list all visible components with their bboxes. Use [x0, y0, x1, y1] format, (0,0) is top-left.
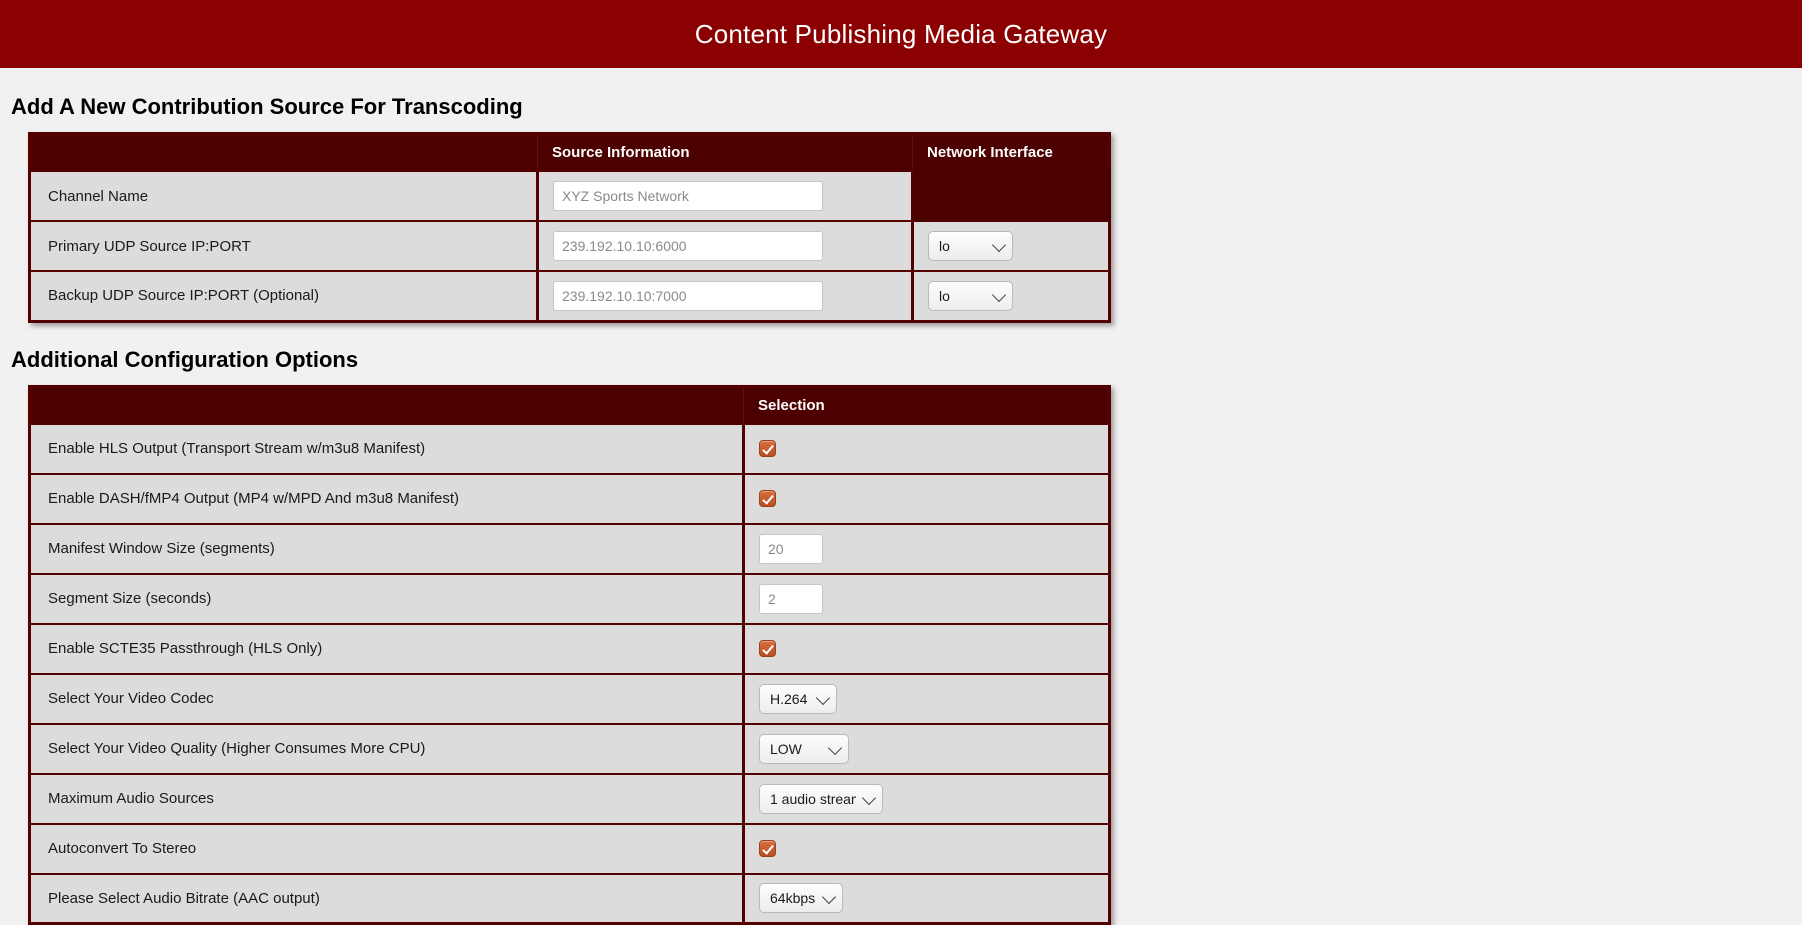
checkbox-1[interactable] [759, 490, 776, 507]
option-row-label: Maximum Audio Sources [30, 774, 744, 824]
option-select-6[interactable]: LOW [759, 734, 849, 764]
option-row-label: Manifest Window Size (segments) [30, 524, 744, 574]
number-input-3[interactable] [759, 584, 823, 614]
table-row: Select Your Video Quality (Higher Consum… [30, 724, 1110, 774]
option-select-5[interactable]: H.264 [759, 684, 837, 714]
network-interface-select-1[interactable]: lo [928, 231, 1013, 261]
table-row: Enable HLS Output (Transport Stream w/m3… [30, 424, 1110, 474]
source-col-label [30, 134, 538, 172]
options-table-body: Enable HLS Output (Transport Stream w/m3… [30, 424, 1110, 924]
table-row: Primary UDP Source IP:PORT lo [30, 221, 1110, 271]
source-table-header-row: Source Information Network Interface [30, 134, 1110, 172]
option-row-label: Select Your Video Codec [30, 674, 744, 724]
source-table-body: Channel NamePrimary UDP Source IP:PORT lo… [30, 171, 1110, 321]
checkbox-4[interactable] [759, 640, 776, 657]
option-select-wrapper: 1 audio stream [759, 784, 883, 814]
option-row-label: Enable DASH/fMP4 Output (MP4 w/MPD And m… [30, 474, 744, 524]
table-row: Select Your Video Codec H.264 [30, 674, 1110, 724]
source-input-0[interactable] [553, 181, 823, 211]
option-row-label: Please Select Audio Bitrate (AAC output) [30, 874, 744, 924]
table-row: Please Select Audio Bitrate (AAC output)… [30, 874, 1110, 924]
table-row: Backup UDP Source IP:PORT (Optional) lo [30, 271, 1110, 321]
source-row-label: Primary UDP Source IP:PORT [30, 221, 538, 271]
option-select-wrapper: 64kbps [759, 883, 843, 913]
source-table-head: Source Information Network Interface [30, 134, 1110, 172]
table-row: Autoconvert To Stereo [30, 824, 1110, 874]
source-row-label: Backup UDP Source IP:PORT (Optional) [30, 271, 538, 321]
option-select-7[interactable]: 1 audio stream [759, 784, 883, 814]
number-input-2[interactable] [759, 534, 823, 564]
option-row-control-cell [744, 824, 1110, 874]
source-row-input-cell [538, 221, 913, 271]
option-row-control-cell: 1 audio stream [744, 774, 1110, 824]
option-row-label: Enable HLS Output (Transport Stream w/m3… [30, 424, 744, 474]
app-banner: Content Publishing Media Gateway [0, 0, 1802, 68]
source-col-network-interface: Network Interface [913, 134, 1110, 172]
option-row-control-cell [744, 624, 1110, 674]
source-row-nic-cell [913, 171, 1110, 221]
option-row-control-cell [744, 474, 1110, 524]
source-row-nic-cell: lo [913, 271, 1110, 321]
option-row-control-cell: LOW [744, 724, 1110, 774]
table-row: Manifest Window Size (segments) [30, 524, 1110, 574]
checkbox-0[interactable] [759, 440, 776, 457]
options-table-head: Selection [30, 386, 1110, 424]
options-section-heading: Additional Configuration Options [11, 347, 1802, 373]
table-row: Maximum Audio Sources 1 audio stream [30, 774, 1110, 824]
option-row-control-cell [744, 574, 1110, 624]
option-row-control-cell [744, 524, 1110, 574]
table-row: Enable SCTE35 Passthrough (HLS Only) [30, 624, 1110, 674]
option-row-control-cell: 64kbps [744, 874, 1110, 924]
source-row-input-cell [538, 171, 913, 221]
option-select-9[interactable]: 64kbps [759, 883, 843, 913]
option-row-control-cell: H.264 [744, 674, 1110, 724]
checkbox-8[interactable] [759, 840, 776, 857]
options-col-label [30, 386, 744, 424]
table-row: Enable DASH/fMP4 Output (MP4 w/MPD And m… [30, 474, 1110, 524]
source-row-input-cell [538, 271, 913, 321]
source-col-source-information: Source Information [538, 134, 913, 172]
nic-select-wrapper: lo [928, 281, 1013, 311]
option-row-label: Segment Size (seconds) [30, 574, 744, 624]
source-section-heading: Add A New Contribution Source For Transc… [11, 94, 1802, 120]
source-input-2[interactable] [553, 281, 823, 311]
option-select-wrapper: LOW [759, 734, 849, 764]
option-row-label: Enable SCTE35 Passthrough (HLS Only) [30, 624, 744, 674]
table-row: Channel Name [30, 171, 1110, 221]
source-row-nic-cell: lo [913, 221, 1110, 271]
option-row-label: Autoconvert To Stereo [30, 824, 744, 874]
source-row-label: Channel Name [30, 171, 538, 221]
source-table: Source Information Network Interface Cha… [28, 132, 1111, 323]
option-row-label: Select Your Video Quality (Higher Consum… [30, 724, 744, 774]
network-interface-select-2[interactable]: lo [928, 281, 1013, 311]
option-row-control-cell [744, 424, 1110, 474]
table-row: Segment Size (seconds) [30, 574, 1110, 624]
options-col-selection: Selection [744, 386, 1110, 424]
app-title: Content Publishing Media Gateway [695, 19, 1108, 50]
source-input-1[interactable] [553, 231, 823, 261]
option-select-wrapper: H.264 [759, 684, 837, 714]
nic-select-wrapper: lo [928, 231, 1013, 261]
options-table-header-row: Selection [30, 386, 1110, 424]
options-table: Selection Enable HLS Output (Transport S… [28, 385, 1111, 925]
